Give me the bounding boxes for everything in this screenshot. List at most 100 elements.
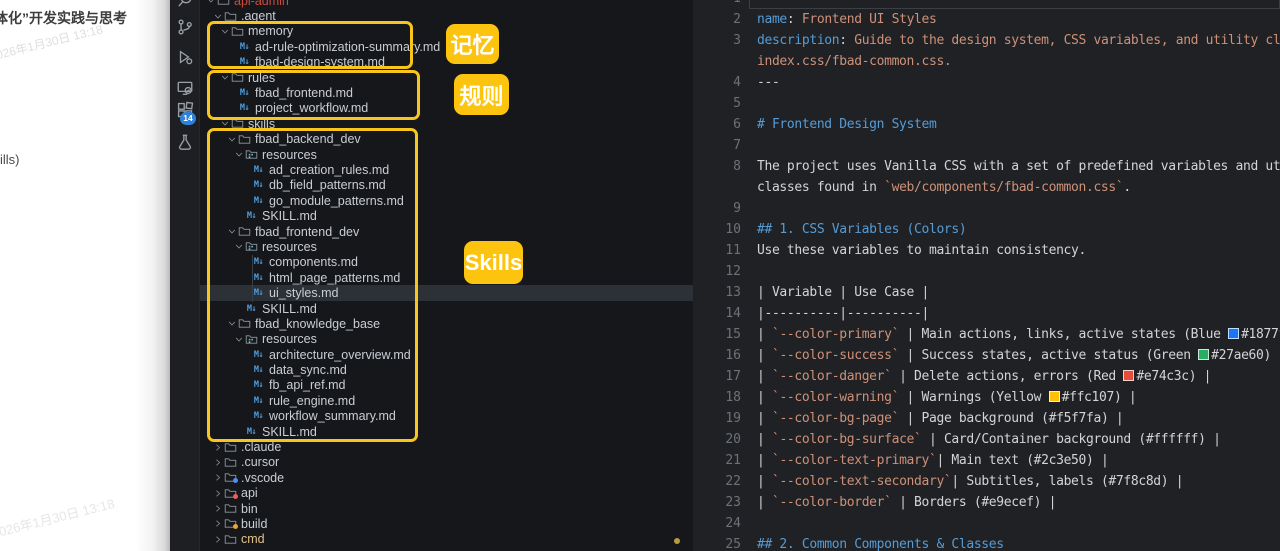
tree-item-.claude[interactable]: .claude — [200, 439, 693, 454]
code-line-18: 18| `--color-warning` | Warnings (Yellow… — [693, 387, 1280, 408]
tree-item-label: ad-rule-optimization-summary.md — [255, 40, 440, 54]
tree-item-data_sync.md[interactable]: M↓data_sync.md — [200, 362, 693, 377]
tree-item-workflow_summary.md[interactable]: M↓workflow_summary.md — [200, 409, 693, 424]
tree-item-cmd[interactable]: cmd — [200, 532, 693, 547]
line-content: | `--color-bg-page` | Page background (#… — [757, 408, 1280, 429]
tree-item-db_field_patterns.md[interactable]: M↓db_field_patterns.md — [200, 178, 693, 193]
line-content: name: Frontend UI Styles — [757, 9, 1280, 30]
chevron-down-icon[interactable] — [213, 11, 223, 22]
code-line-2: 2name: Frontend UI Styles — [693, 9, 1280, 30]
tree-item-label: rule_engine.md — [269, 394, 355, 408]
tree-item-components.md[interactable]: M↓components.md — [200, 255, 693, 270]
chevron-right-icon[interactable] — [213, 457, 223, 468]
tree-item-.agent[interactable]: .agent — [200, 8, 693, 23]
markdown-file-icon: M↓ — [237, 57, 252, 67]
chevron-down-icon[interactable] — [227, 134, 237, 145]
tree-item-build[interactable]: build — [200, 516, 693, 531]
source-control-icon[interactable] — [176, 18, 194, 36]
tree-item-.cursor[interactable]: .cursor — [200, 455, 693, 470]
chevron-down-icon[interactable] — [220, 118, 230, 129]
chevron-right-icon[interactable] — [213, 503, 223, 514]
tree-item-fbad_frontend.md[interactable]: M↓fbad_frontend.md — [200, 85, 693, 100]
line-number: 19 — [693, 408, 741, 429]
tree-item-rules[interactable]: rules — [200, 70, 693, 85]
tree-item-label: SKILL.md — [262, 209, 317, 223]
tree-item-rule_engine.md[interactable]: M↓rule_engine.md — [200, 393, 693, 408]
tree-item-ad_creation_rules.md[interactable]: M↓ad_creation_rules.md — [200, 162, 693, 177]
markdown-file-icon: M↓ — [237, 42, 252, 52]
tree-item-fbad_frontend_dev[interactable]: fbad_frontend_dev — [200, 224, 693, 239]
search-icon[interactable] — [176, 0, 194, 9]
chevron-right-icon[interactable] — [213, 472, 223, 483]
background-text-fragment: ills) — [0, 152, 20, 167]
tree-item-resources[interactable]: resources — [200, 147, 693, 162]
testing-icon[interactable] — [176, 133, 194, 151]
tree-item-bin[interactable]: bin — [200, 501, 693, 516]
tree-item-resources[interactable]: resources — [200, 332, 693, 347]
tree-item-SKILL.md[interactable]: M↓SKILL.md — [200, 301, 693, 316]
tree-item-label: resources — [262, 332, 317, 346]
code-line-10: 10## 1. CSS Variables (Colors) — [693, 219, 1280, 240]
markdown-file-icon: M↓ — [251, 380, 266, 390]
tree-item-api-admin[interactable]: api-admin — [200, 0, 693, 8]
chevron-right-icon[interactable] — [213, 518, 223, 529]
chevron-down-icon[interactable] — [227, 318, 237, 329]
chevron-down-icon[interactable] — [234, 334, 244, 345]
tree-item-SKILL.md[interactable]: M↓SKILL.md — [200, 208, 693, 223]
line-content: ## 1. CSS Variables (Colors) — [757, 219, 1280, 240]
chevron-down-icon[interactable] — [220, 72, 230, 83]
tree-item-.vscode[interactable]: .vscode — [200, 470, 693, 485]
tree-item-fbad_backend_dev[interactable]: fbad_backend_dev — [200, 132, 693, 147]
color-swatch[interactable] — [1228, 328, 1239, 339]
chevron-down-icon[interactable] — [234, 241, 244, 252]
code-line-wrap: index.css/fbad-common.css. — [693, 51, 1280, 72]
code-line-wrap: classes found in `web/components/fbad-co… — [693, 177, 1280, 198]
line-number: 11 — [693, 240, 741, 261]
tree-item-fbad-design-system.md[interactable]: M↓fbad-design-system.md — [200, 55, 693, 70]
tree-item-resources[interactable]: resources — [200, 239, 693, 254]
tree-item-fbad_knowledge_base[interactable]: fbad_knowledge_base — [200, 316, 693, 331]
tree-item-SKILL.md[interactable]: M↓SKILL.md — [200, 424, 693, 439]
run-debug-icon[interactable] — [176, 48, 194, 66]
markdown-file-icon: M↓ — [244, 211, 259, 221]
folder-icon — [223, 517, 238, 530]
line-number: 5 — [693, 93, 741, 114]
chevron-down-icon[interactable] — [234, 149, 244, 160]
folder-icon — [230, 25, 245, 38]
tree-item-architecture_overview.md[interactable]: M↓architecture_overview.md — [200, 347, 693, 362]
tree-item-label: .agent — [241, 9, 276, 23]
tree-item-api[interactable]: api — [200, 486, 693, 501]
chevron-right-icon[interactable] — [213, 534, 223, 545]
chevron-right-icon[interactable] — [213, 488, 223, 499]
tree-item-html_page_patterns.md[interactable]: M↓html_page_patterns.md — [200, 270, 693, 285]
tree-item-project_workflow.md[interactable]: M↓project_workflow.md — [200, 101, 693, 116]
code-line-1: 1 — [693, 0, 1280, 9]
code-line-8: 8The project uses Vanilla CSS with a set… — [693, 156, 1280, 177]
extensions-badge: 14 — [180, 112, 196, 125]
chevron-down-icon[interactable] — [220, 26, 230, 37]
tree-item-fb_api_ref.md[interactable]: M↓fb_api_ref.md — [200, 378, 693, 393]
tree-item-label: SKILL.md — [262, 425, 317, 439]
line-number: 21 — [693, 450, 741, 471]
code-line-9: 9 — [693, 198, 1280, 219]
tree-item-ui_styles.md[interactable]: M↓ui_styles.md — [200, 285, 693, 300]
chevron-down-icon[interactable] — [227, 226, 237, 237]
folder-icon — [237, 317, 252, 330]
tree-item-memory[interactable]: memory — [200, 24, 693, 39]
line-content: | `--color-success` | Success states, ac… — [757, 345, 1280, 366]
tree-item-label: fbad_frontend.md — [255, 86, 353, 100]
color-swatch[interactable] — [1198, 349, 1209, 360]
line-content: The project uses Vanilla CSS with a set … — [757, 156, 1280, 177]
tree-item-label: fbad-design-system.md — [255, 55, 385, 69]
line-number: 16 — [693, 345, 741, 366]
remote-explorer-icon[interactable] — [176, 79, 194, 97]
chevron-down-icon[interactable] — [206, 0, 216, 6]
line-content: description: Guide to the design system,… — [757, 30, 1280, 51]
chevron-right-icon[interactable] — [213, 442, 223, 453]
tree-item-go_module_patterns.md[interactable]: M↓go_module_patterns.md — [200, 193, 693, 208]
editor-pane[interactable]: 12name: Frontend UI Styles3description: … — [693, 0, 1280, 551]
tree-item-ad-rule-optimization-summary.md[interactable]: M↓ad-rule-optimization-summary.md — [200, 39, 693, 54]
color-swatch[interactable] — [1049, 391, 1060, 402]
tree-item-skills[interactable]: skills — [200, 116, 693, 131]
color-swatch[interactable] — [1123, 370, 1134, 381]
